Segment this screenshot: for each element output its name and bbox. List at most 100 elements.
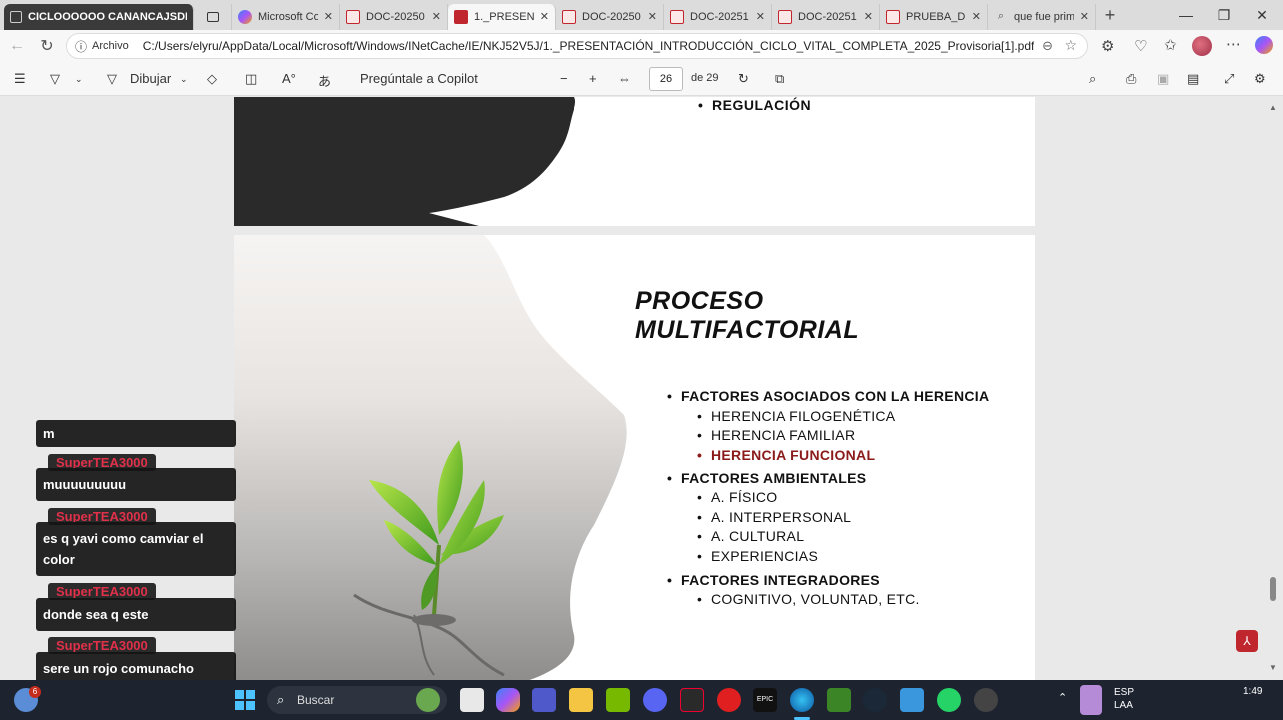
bullet: •: [698, 97, 704, 113]
list-item: • FACTORES ASOCIADOS CON LA HERENCIA: [667, 388, 990, 404]
close-window-button[interactable]: ✕: [1239, 0, 1283, 30]
copilot-app-icon[interactable]: [496, 688, 520, 712]
pdf-icon: [670, 9, 684, 24]
save-icon[interactable]: ▣: [1157, 71, 1169, 87]
contents-icon[interactable]: ☰: [14, 71, 26, 87]
rotate-icon[interactable]: ↻: [738, 71, 749, 87]
close-icon[interactable]: ✕: [972, 10, 981, 23]
more-menu-icon[interactable]: ⋯: [1226, 35, 1241, 53]
edge-icon[interactable]: [790, 688, 814, 712]
page-view-icon[interactable]: ◫: [245, 71, 257, 87]
steam-icon[interactable]: [863, 688, 887, 712]
copilot-sidebar-icon[interactable]: [1255, 36, 1273, 54]
close-icon[interactable]: ✕: [648, 10, 657, 23]
chat-message: donde sea q este: [36, 598, 236, 631]
page-number-input[interactable]: 26: [649, 67, 683, 91]
profile-avatar[interactable]: [1192, 36, 1212, 56]
chevron-up-icon[interactable]: ⌃: [1058, 691, 1067, 704]
tab-7[interactable]: PRUEBA_DE ✕: [880, 3, 988, 30]
favorite-star-icon[interactable]: ☆: [1064, 37, 1077, 54]
tab-0[interactable]: CICLOOOOOO CANANCAJSDNA: [4, 3, 194, 30]
close-icon[interactable]: ✕: [864, 10, 873, 23]
draw-icon[interactable]: ▽: [107, 71, 117, 87]
zoom-in-icon[interactable]: +: [589, 71, 597, 86]
clock[interactable]: 1:49: [1243, 686, 1262, 697]
two-page-icon[interactable]: ⧉: [775, 71, 784, 87]
tab-1[interactable]: Microsoft Co ✕: [232, 3, 340, 30]
tab-6[interactable]: DOC-20251 ✕: [772, 3, 880, 30]
page-total-label: de 29: [691, 72, 719, 84]
windows-logo: [235, 690, 255, 710]
acrobat-icon[interactable]: ⅄: [1236, 630, 1258, 652]
epic-games-icon[interactable]: EPIC: [753, 688, 777, 712]
pdf-viewer[interactable]: • REGULACIÓN PROCESO MULTIFACTORIAL • FA…: [0, 97, 1283, 680]
zoom-icon[interactable]: ⊖: [1042, 38, 1053, 54]
tab-actions-icon: [206, 11, 219, 22]
minecraft-icon[interactable]: [827, 688, 851, 712]
scroll-up-icon[interactable]: ▲: [1269, 103, 1277, 112]
whatsapp-icon[interactable]: [937, 688, 961, 712]
list-item: • COGNITIVO, VOLUNTAD, ETC.: [697, 591, 920, 607]
new-tab-button[interactable]: +: [1096, 5, 1124, 26]
language-indicator[interactable]: ESP LAA: [1114, 686, 1134, 712]
translate-icon[interactable]: あ: [318, 71, 331, 90]
media-player-icon[interactable]: [717, 688, 741, 712]
refresh-button[interactable]: ↻: [32, 36, 62, 56]
tab-5[interactable]: DOC-20251 ✕: [664, 3, 772, 30]
tab-3[interactable]: 1._PRESENTA ✕: [448, 3, 556, 30]
tab-actions-button[interactable]: [194, 3, 232, 30]
close-icon[interactable]: ✕: [756, 10, 765, 23]
list-item: • FACTORES INTEGRADORES: [667, 572, 880, 588]
favorites-icon[interactable]: ✩: [1164, 36, 1177, 54]
tab-label: DOC-20250: [582, 10, 641, 23]
vertical-scrollbar[interactable]: ▲ ▼: [1268, 97, 1280, 680]
extensions-icon[interactable]: ⚙: [1101, 37, 1114, 55]
discord-icon[interactable]: [643, 688, 667, 712]
url-text[interactable]: C:/Users/elyru/AppData/Local/Microsoft/W…: [143, 39, 1035, 53]
list-item: • HERENCIA FILOGENÉTICA: [697, 408, 896, 424]
file-explorer-icon[interactable]: [569, 688, 593, 712]
teams-icon[interactable]: [532, 688, 556, 712]
info-icon[interactable]: ⓘ: [75, 38, 87, 55]
save-as-icon[interactable]: ▤: [1187, 71, 1199, 87]
tab-label: 1._PRESENTA: [474, 10, 534, 23]
tab-4[interactable]: DOC-20250 ✕: [556, 3, 664, 30]
microphone-icon[interactable]: [1080, 685, 1102, 715]
browser-essentials-icon[interactable]: ♡: [1134, 37, 1147, 55]
zoom-out-icon[interactable]: −: [560, 71, 568, 86]
copilot-ask-label[interactable]: Pregúntale a Copilot: [360, 71, 478, 86]
back-button[interactable]: ←: [2, 37, 32, 55]
close-icon[interactable]: ✕: [324, 10, 333, 23]
chevron-down-icon[interactable]: ⌄: [180, 74, 188, 85]
draw-label[interactable]: Dibujar: [130, 71, 171, 86]
close-icon[interactable]: ✕: [432, 10, 441, 23]
print-icon[interactable]: ⎙: [1126, 71, 1136, 87]
chevron-down-icon[interactable]: ⌄: [75, 74, 83, 85]
nvidia-icon[interactable]: [606, 688, 630, 712]
settings-icon[interactable]: ⚙: [1254, 71, 1266, 87]
scroll-down-icon[interactable]: ▼: [1269, 663, 1277, 672]
list-item: • A. CULTURAL: [697, 528, 805, 544]
notepad-icon[interactable]: [900, 688, 924, 712]
close-icon[interactable]: ✕: [540, 10, 549, 23]
widgets-icon[interactable]: [416, 688, 440, 712]
fit-width-icon[interactable]: ⇔: [618, 71, 631, 86]
tab-2[interactable]: DOC-20250 ✕: [340, 3, 448, 30]
window-icon: [10, 10, 22, 23]
url-field[interactable]: ⓘ Archivo C:/Users/elyru/AppData/Local/M…: [66, 33, 1088, 59]
read-aloud-icon[interactable]: A°: [282, 71, 296, 86]
scrollbar-thumb[interactable]: [1270, 577, 1276, 601]
slide-title-line-1: PROCESO: [635, 287, 764, 315]
fullscreen-icon[interactable]: ⤢: [1224, 71, 1234, 87]
tab-8[interactable]: ⌕ que fue prim ✕: [988, 3, 1096, 30]
highlight-icon[interactable]: ▽: [50, 71, 60, 87]
windows-start-icon[interactable]: [233, 688, 257, 712]
tab-label: DOC-20251: [798, 10, 857, 23]
task-view-icon[interactable]: [460, 688, 484, 712]
close-icon[interactable]: ✕: [1080, 10, 1089, 23]
search-icon: ⌕: [997, 10, 1005, 22]
eraser-icon[interactable]: ◇: [207, 71, 217, 87]
search-icon[interactable]: ⌕: [1089, 71, 1096, 87]
app-icon[interactable]: [680, 688, 704, 712]
app-icon[interactable]: [974, 688, 998, 712]
